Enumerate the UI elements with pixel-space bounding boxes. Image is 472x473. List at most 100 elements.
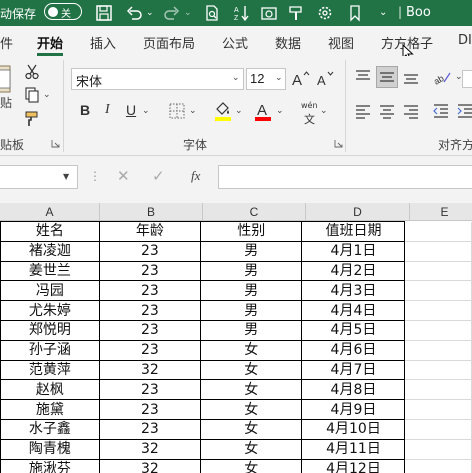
table-cell[interactable]: 23 [98, 280, 202, 302]
table-cell[interactable]: 4月5日 [301, 319, 406, 341]
camera-icon[interactable] [260, 4, 278, 22]
font-size-box[interactable]: 12 ⌄ [246, 68, 286, 90]
wrap-text-button[interactable] [462, 70, 472, 88]
bookmark-icon[interactable] [346, 4, 364, 22]
table-cell[interactable]: 23 [98, 300, 202, 321]
tab-insert[interactable]: 插入 [90, 33, 116, 52]
align-right-icon[interactable] [402, 102, 420, 120]
table-cell[interactable]: 23 [98, 319, 202, 341]
table-cell[interactable]: 23 [98, 339, 202, 361]
increase-font-size-icon[interactable]: A [291, 69, 311, 89]
empty-cell[interactable] [404, 280, 472, 302]
table-cell[interactable]: 4月10日 [301, 418, 406, 440]
table-cell[interactable]: 姜世兰 [0, 260, 100, 282]
table-cell[interactable]: 施黛 [0, 399, 100, 420]
align-center-icon[interactable] [378, 102, 396, 120]
dialog-launcher-icon[interactable] [51, 139, 60, 148]
redo-dropdown-icon[interactable]: ⌄ [184, 8, 192, 18]
confirm-entry-icon[interactable]: ✓ [152, 167, 165, 185]
table-cell[interactable]: 女 [200, 339, 303, 361]
redo-icon[interactable] [163, 4, 181, 22]
text-orientation-icon[interactable]: ab [432, 68, 454, 86]
borders-icon[interactable] [168, 102, 186, 120]
decrease-font-size-icon[interactable]: A [315, 69, 335, 89]
empty-cell[interactable] [404, 340, 472, 361]
align-left-icon[interactable] [354, 102, 372, 120]
empty-cell[interactable] [404, 419, 472, 440]
table-cell[interactable]: 4月2日 [301, 260, 406, 282]
table-cell[interactable]: 陶青槐 [0, 438, 100, 460]
header-cell[interactable]: 值班日期 [301, 221, 406, 242]
copy-icon[interactable] [24, 87, 40, 103]
align-bottom-icon[interactable] [402, 68, 420, 86]
empty-cell[interactable] [404, 261, 472, 282]
insert-function-button[interactable]: fx [191, 168, 200, 184]
paste-label[interactable]: 贴 [0, 94, 12, 111]
format-painter-icon[interactable] [287, 4, 305, 22]
column-header-e[interactable]: E [410, 203, 472, 221]
table-cell[interactable]: 尤朱婷 [0, 300, 100, 321]
autosave-toggle[interactable]: 关 [44, 3, 82, 20]
cancel-entry-icon[interactable]: ✕ [117, 167, 130, 185]
customize-quick-access-icon[interactable]: ⌄ [379, 7, 387, 18]
empty-cell[interactable] [404, 379, 472, 401]
table-cell[interactable]: 23 [98, 418, 202, 440]
table-cell[interactable]: 褚凌迦 [0, 240, 100, 262]
print-preview-icon[interactable] [203, 4, 221, 22]
increase-indent-icon[interactable] [456, 102, 472, 120]
column-header-c[interactable]: C [203, 203, 306, 221]
header-cell[interactable]: 姓名 [0, 221, 100, 242]
formula-input[interactable] [218, 165, 472, 189]
table-cell[interactable]: 男 [200, 300, 303, 321]
italic-button[interactable]: I [105, 102, 110, 118]
tab-page-layout[interactable]: 页面布局 [143, 33, 195, 52]
table-cell[interactable]: 23 [98, 379, 202, 401]
table-cell[interactable]: 4月9日 [301, 399, 406, 420]
empty-cell[interactable] [404, 320, 472, 341]
table-cell[interactable]: 女 [200, 379, 303, 401]
column-header-b[interactable]: B [100, 203, 203, 221]
font-name-box[interactable]: 宋体 ⌄ [71, 68, 244, 90]
table-cell[interactable]: 女 [200, 458, 303, 473]
format-painter-brush-icon[interactable] [24, 111, 40, 127]
copy-dropdown-icon[interactable]: ⌄ [43, 90, 51, 100]
table-cell[interactable]: 32 [98, 438, 202, 460]
table-cell[interactable]: 32 [98, 458, 202, 473]
table-cell[interactable]: 赵枫 [0, 379, 100, 401]
name-box[interactable]: ▼ [0, 165, 78, 189]
empty-cell[interactable] [404, 439, 472, 460]
empty-cell[interactable] [404, 459, 472, 473]
empty-cell[interactable] [404, 399, 472, 420]
table-cell[interactable]: 水子鑫 [0, 418, 100, 440]
tab-di[interactable]: DI [458, 33, 472, 48]
empty-cell[interactable] [404, 300, 472, 321]
align-middle-button[interactable] [376, 66, 398, 88]
paste-icon[interactable] [0, 64, 14, 94]
table-cell[interactable]: 孙子涵 [0, 339, 100, 361]
align-top-icon[interactable] [354, 68, 372, 86]
header-cell[interactable]: 年龄 [98, 221, 202, 242]
font-dialog-launcher-icon[interactable] [334, 139, 343, 148]
bold-button[interactable]: B [80, 102, 90, 118]
font-color-dropdown-icon[interactable]: ⌄ [276, 106, 284, 116]
table-cell[interactable]: 男 [200, 319, 303, 341]
name-box-dropdown-icon[interactable]: ▼ [63, 172, 69, 181]
cut-icon[interactable] [24, 64, 40, 80]
table-cell[interactable]: 郑悦明 [0, 319, 100, 341]
tab-home[interactable]: 开始 [37, 33, 63, 52]
empty-cell[interactable] [404, 241, 472, 262]
empty-cell[interactable] [404, 221, 472, 242]
table-cell[interactable]: 女 [200, 438, 303, 460]
table-cell[interactable]: 女 [200, 399, 303, 420]
table-cell[interactable]: 4月1日 [301, 240, 406, 262]
table-cell[interactable]: 冯园 [0, 280, 100, 302]
table-cell[interactable]: 范黄萍 [0, 359, 100, 381]
table-cell[interactable]: 23 [98, 399, 202, 420]
font-color-icon[interactable]: A [253, 100, 273, 122]
table-cell[interactable]: 男 [200, 280, 303, 302]
tab-view[interactable]: 视图 [328, 33, 354, 52]
empty-cell[interactable] [404, 360, 472, 381]
column-header-d[interactable]: D [306, 203, 410, 221]
header-cell[interactable]: 性别 [200, 221, 303, 242]
decrease-indent-icon[interactable] [432, 102, 450, 120]
